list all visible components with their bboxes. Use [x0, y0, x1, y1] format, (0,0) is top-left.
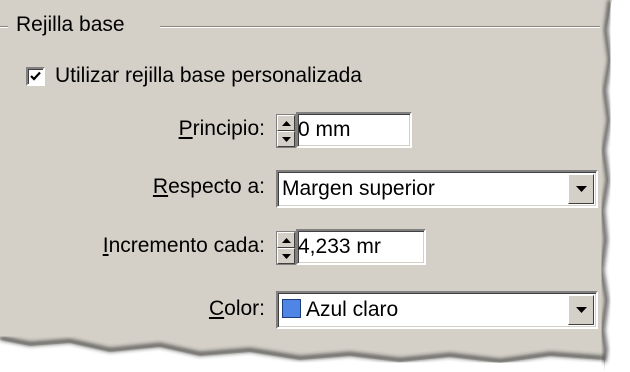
torn-edge-decoration [0, 0, 630, 372]
